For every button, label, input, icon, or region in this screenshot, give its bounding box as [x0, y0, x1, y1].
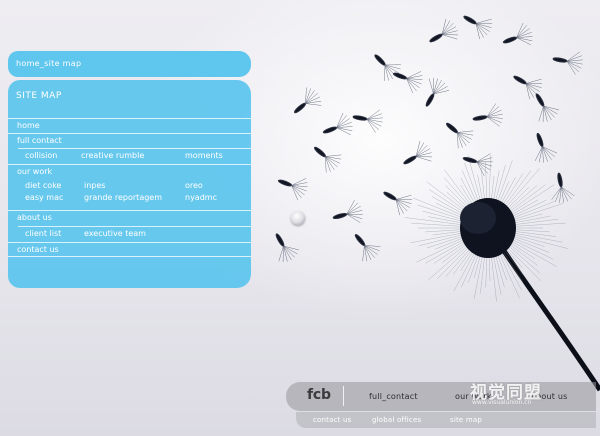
sitemap-link-about-us[interactable]: about us: [17, 213, 52, 222]
sitemap-item-about-us[interactable]: about us: [8, 210, 251, 224]
footer-link-full-contact[interactable]: full_contact: [369, 392, 418, 401]
sitemap-subrow-about-us: client list executive team: [18, 226, 251, 240]
watermark-url: www.visualunion.cn: [472, 399, 532, 406]
sitemap-item-our-work[interactable]: our work: [8, 164, 251, 178]
sitemap-link-creative-rumble[interactable]: creative rumble: [81, 151, 144, 160]
sitemap-link-nyadmc[interactable]: nyadmc: [185, 193, 217, 202]
scroll-knob-handle[interactable]: [291, 211, 305, 225]
sitemap-link-contact-us[interactable]: contact us: [17, 245, 59, 254]
sitemap-link-grande-reportagem[interactable]: grande reportagem: [84, 193, 162, 202]
footer-separator: [343, 386, 344, 406]
sitemap-item-home[interactable]: home: [8, 118, 251, 132]
sitemap-link-diet-coke[interactable]: diet coke: [25, 181, 61, 190]
sitemap-link-moments[interactable]: moments: [185, 151, 223, 160]
sitemap-link-home[interactable]: home: [17, 121, 40, 130]
site-map-title: SITE MAP: [16, 91, 62, 101]
sitemap-link-client-list[interactable]: client list: [25, 229, 61, 238]
sitemap-link-full-contact[interactable]: full contact: [17, 136, 62, 145]
sitemap-item-contact-us[interactable]: contact us: [8, 242, 251, 256]
sitemap-divider: [8, 256, 251, 257]
sitemap-link-our-work[interactable]: our work: [17, 167, 52, 176]
fcb-logo[interactable]: fcb: [307, 387, 331, 403]
footer-link-contact-us[interactable]: contact us: [313, 416, 352, 424]
sitemap-subrow-our-work-2: easy mac grande reportagem nyadmc: [18, 191, 251, 205]
sitemap-item-full-contact[interactable]: full contact: [8, 133, 251, 147]
sitemap-link-collision[interactable]: collision: [25, 151, 57, 160]
sitemap-link-executive-team[interactable]: executive team: [84, 229, 146, 238]
sitemap-subrow-full-contact: collision creative rumble moments: [18, 148, 251, 162]
site-map-panel: SITE MAP home full contact collision cre…: [8, 80, 251, 288]
sitemap-link-oreo[interactable]: oreo: [185, 181, 203, 190]
footer-link-global-offices[interactable]: global offices: [372, 416, 421, 424]
sitemap-link-inpes[interactable]: inpes: [84, 181, 105, 190]
breadcrumb[interactable]: home_site map: [8, 51, 251, 77]
footer-link-site-map[interactable]: site map: [450, 416, 482, 424]
page-stage: home_site map SITE MAP home full contact…: [0, 0, 600, 436]
sitemap-link-easy-mac[interactable]: easy mac: [25, 193, 63, 202]
breadcrumb-label: home_site map: [16, 59, 82, 68]
